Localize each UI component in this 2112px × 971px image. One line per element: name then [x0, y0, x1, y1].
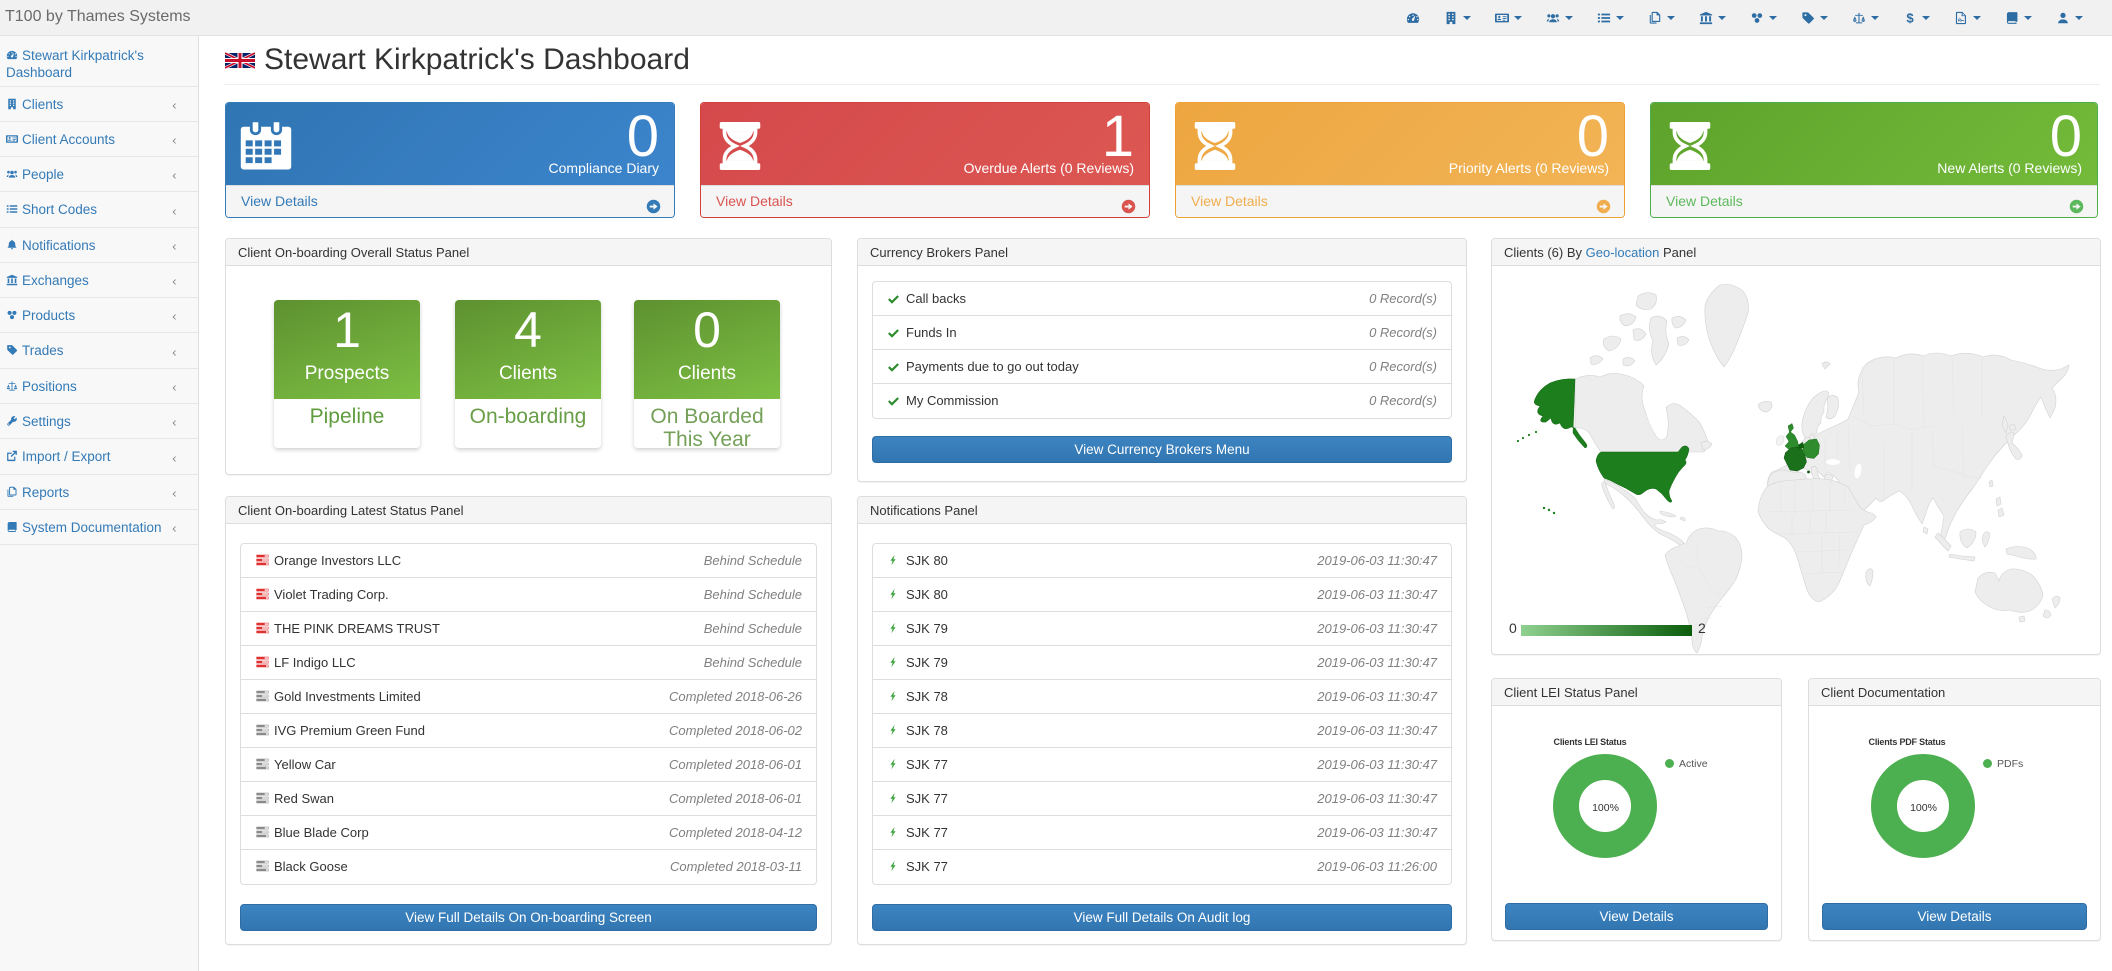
svg-text:$: $: [1906, 11, 1914, 25]
